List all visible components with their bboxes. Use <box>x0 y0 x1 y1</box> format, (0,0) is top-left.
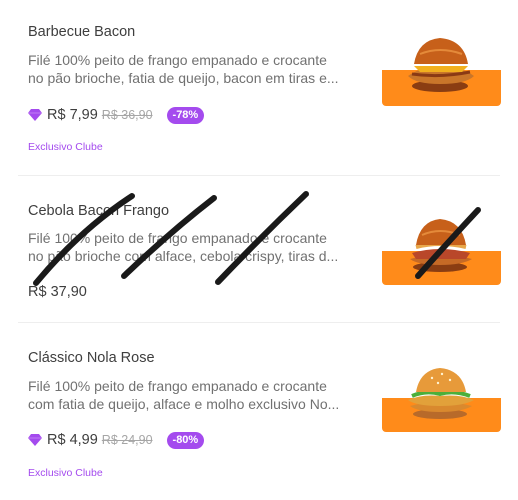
description-line: com fatia de queijo, alface e molho excl… <box>28 396 340 412</box>
product-card-cebola-bacon-frango[interactable]: Cebola Bacon Frango Filé 100% peito de f… <box>0 176 518 322</box>
club-badge: Exclusivo Clube <box>28 141 103 153</box>
product-description: Filé 100% peito de frango empanado e cro… <box>28 377 360 413</box>
product-title: Cebola Bacon Frango <box>28 203 170 219</box>
product-card-barbecue-bacon[interactable]: Barbecue Bacon Filé 100% peito de frango… <box>0 0 518 175</box>
product-image[interactable] <box>382 348 501 432</box>
current-price: R$ 4,99 <box>47 432 98 448</box>
price-row: R$ 7,99 R$ 36,90 -78% <box>28 105 205 125</box>
product-title: Clássico Nola Rose <box>28 350 155 366</box>
product-card-classico-nola-rose[interactable]: Clássico Nola Rose Filé 100% peito de fr… <box>0 323 518 500</box>
old-price: R$ 36,90 <box>101 108 153 122</box>
description-line: Filé 100% peito de frango empanado e cro… <box>28 230 327 246</box>
discount-badge: -78% <box>166 106 205 124</box>
old-price: R$ 24,90 <box>101 433 153 447</box>
product-image[interactable] <box>382 201 501 285</box>
description-line: no pão brioche com alface, cebola crispy… <box>28 248 339 264</box>
price-row: R$ 4,99 R$ 24,90 -80% <box>28 430 205 450</box>
diamond-icon <box>28 434 42 446</box>
club-badge: Exclusivo Clube <box>28 467 103 479</box>
current-price: R$ 7,99 <box>47 107 98 123</box>
discount-badge: -80% <box>166 431 205 449</box>
product-image[interactable] <box>382 22 501 106</box>
current-price: R$ 37,90 <box>28 284 87 300</box>
burger-photo-icon <box>382 201 501 285</box>
description-line: Filé 100% peito de frango empanado e cro… <box>28 52 327 68</box>
product-list: Barbecue Bacon Filé 100% peito de frango… <box>0 0 518 500</box>
diamond-icon <box>28 109 42 121</box>
price-row: R$ 37,90 <box>28 282 91 302</box>
description-line: Filé 100% peito de frango empanado e cro… <box>28 378 327 394</box>
product-description: Filé 100% peito de frango empanado e cro… <box>28 229 360 265</box>
description-line: no pão brioche, fatia de queijo, bacon e… <box>28 70 339 86</box>
burger-photo-icon <box>382 348 501 432</box>
product-description: Filé 100% peito de frango empanado e cro… <box>28 51 360 87</box>
product-title: Barbecue Bacon <box>28 24 136 40</box>
burger-photo-icon <box>382 22 501 106</box>
